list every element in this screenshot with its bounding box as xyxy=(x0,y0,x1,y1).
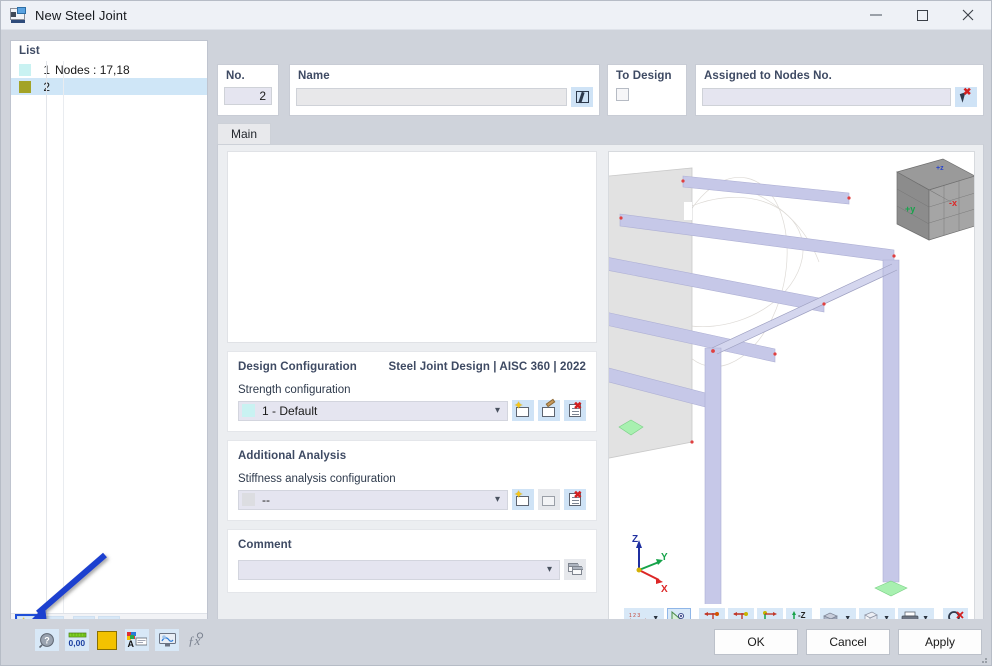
delete-config-button[interactable]: ✖ xyxy=(564,400,586,421)
comment-group: Comment ▾ xyxy=(227,529,597,593)
assigned-nodes-label: Assigned to Nodes No. xyxy=(704,70,832,82)
strength-config-swatch xyxy=(242,404,255,417)
assigned-nodes-group: Assigned to Nodes No. ✖ xyxy=(695,64,984,116)
cancel-button[interactable]: Cancel xyxy=(806,629,890,655)
view-cube-graphic: +y -x +z xyxy=(896,158,974,241)
stiffness-configuration-select[interactable]: -- ▾ xyxy=(238,489,508,510)
chevron-down-icon: ▾ xyxy=(494,494,500,505)
view-cube-front-label: +y xyxy=(905,204,915,214)
help-icon[interactable]: ? xyxy=(35,629,59,651)
dialog-action-buttons: OK Cancel Apply xyxy=(714,629,982,655)
svg-text:X: X xyxy=(661,584,668,595)
left-column: Design Configuration Steel Joint Design … xyxy=(227,151,597,633)
svg-text:ƒx: ƒx xyxy=(188,633,201,648)
comment-select[interactable]: ▾ xyxy=(238,559,560,580)
close-button[interactable] xyxy=(945,1,991,30)
assigned-nodes-input[interactable] xyxy=(702,88,951,106)
dialog-body: List 1 Nodes : 17,18 2 ✦ xyxy=(1,30,991,640)
model-viewport[interactable]: +y -x +z Z Y X 1 2 3 ▼ -Z ▼ ▼ ▼ xyxy=(608,151,975,633)
number-label: No. xyxy=(226,70,245,82)
list-item-color-swatch xyxy=(19,80,31,93)
list-panel: List 1 Nodes : 17,18 2 ✦ xyxy=(10,40,208,640)
joint-preview-panel xyxy=(227,151,597,343)
tab-main[interactable]: Main xyxy=(217,123,272,144)
design-configuration-group: Design Configuration Steel Joint Design … xyxy=(227,351,597,432)
name-edit-button[interactable] xyxy=(571,87,593,107)
svg-text:+z: +z xyxy=(936,165,944,172)
footer-bar: ? 0,00 A ƒx OK Cancel Apply xyxy=(1,619,991,665)
name-input[interactable] xyxy=(296,88,567,106)
name-label: Name xyxy=(298,70,330,82)
design-standard-label: Steel Joint Design | AISC 360 | 2022 xyxy=(388,361,586,373)
strength-configuration-label: Strength configuration xyxy=(238,384,351,396)
function-icon[interactable]: ƒx xyxy=(185,629,209,651)
edit-config-button[interactable] xyxy=(538,398,560,421)
additional-analysis-group: Additional Analysis Stiffness analysis c… xyxy=(227,440,597,521)
minimize-button[interactable] xyxy=(853,1,899,30)
display-settings-icon[interactable] xyxy=(155,629,179,651)
svg-text:Z: Z xyxy=(632,534,638,545)
list-item-color-swatch xyxy=(19,63,31,76)
color-swatch-icon[interactable] xyxy=(95,629,119,651)
view-cube-right-label: -x xyxy=(949,198,957,208)
window-controls xyxy=(853,1,991,30)
name-field-group: Name xyxy=(289,64,600,116)
to-design-group: To Design xyxy=(607,64,687,116)
strength-configuration-value: 1 - Default xyxy=(262,403,318,418)
to-design-checkbox[interactable] xyxy=(616,88,629,101)
chevron-down-icon: ▾ xyxy=(494,405,500,416)
list-item-label: Nodes : 17,18 xyxy=(55,62,130,77)
svg-text:A: A xyxy=(128,639,135,648)
apply-button[interactable]: Apply xyxy=(898,629,982,655)
list-item[interactable]: 1 Nodes : 17,18 xyxy=(11,61,207,78)
stiffness-configuration-value: -- xyxy=(262,492,270,507)
font-label-icon[interactable]: A xyxy=(125,629,149,651)
svg-text:0,00: 0,00 xyxy=(68,638,85,648)
stiffness-configuration-label: Stiffness analysis configuration xyxy=(238,473,396,485)
tab-strip: Main xyxy=(217,123,984,144)
ok-button[interactable]: OK xyxy=(714,629,798,655)
main-tab-panel: Design Configuration Steel Joint Design … xyxy=(217,144,984,640)
delete-stiffness-config-button[interactable]: ✖ xyxy=(564,489,586,510)
model-3d-scene: +y -x +z Z Y X xyxy=(609,152,974,632)
steel-joint-icon xyxy=(10,7,27,23)
svg-text:?: ? xyxy=(44,636,50,646)
list-item[interactable]: 2 xyxy=(11,78,207,95)
resize-grip[interactable] xyxy=(978,653,988,663)
new-config-button[interactable]: ✦ xyxy=(512,400,534,421)
new-stiffness-config-button[interactable]: ✦ xyxy=(512,489,534,510)
number-input[interactable]: 2 xyxy=(224,87,272,105)
additional-analysis-title: Additional Analysis xyxy=(238,450,347,462)
number-format-icon[interactable]: 0,00 xyxy=(65,629,89,651)
list-rows: 1 Nodes : 17,18 2 xyxy=(11,61,207,613)
status-icon-group: ? 0,00 A ƒx xyxy=(35,629,209,651)
design-configuration-title: Design Configuration xyxy=(238,361,357,373)
title-bar: New Steel Joint xyxy=(1,1,991,30)
strength-configuration-select[interactable]: 1 - Default ▾ xyxy=(238,400,508,421)
edit-stiffness-config-button[interactable] xyxy=(538,489,560,510)
list-item-index: 1 xyxy=(40,63,50,77)
svg-text:Y: Y xyxy=(661,552,668,563)
steel-joint-dialog: New Steel Joint List 1 Nodes : 17,18 xyxy=(0,0,992,666)
pick-nodes-button[interactable]: ✖ xyxy=(955,87,977,107)
list-item-index: 2 xyxy=(40,80,50,94)
number-field-group: No. 2 xyxy=(217,64,279,116)
maximize-button[interactable] xyxy=(899,1,945,30)
comment-title: Comment xyxy=(238,539,292,551)
stiffness-config-swatch xyxy=(242,493,255,506)
to-design-label: To Design xyxy=(616,70,672,82)
list-header: List xyxy=(19,45,40,57)
window-title: New Steel Joint xyxy=(35,7,127,23)
chevron-down-icon: ▾ xyxy=(546,564,552,575)
comment-library-button[interactable] xyxy=(564,559,586,580)
